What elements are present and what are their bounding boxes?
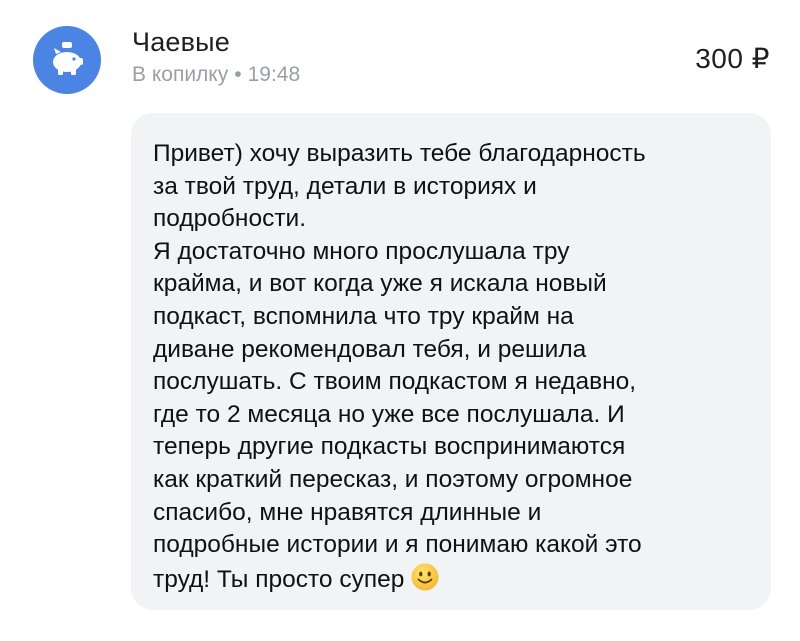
message-line: подкаст, вспомнила что тру крайм на: [153, 302, 574, 330]
tip-message-card: Чаевые В копилку • 19:48 300 ₽ Привет) хоч…: [0, 0, 800, 641]
separator-dot: •: [234, 63, 242, 86]
message-line: как краткий пересказ, и поэтому огромное: [153, 465, 633, 493]
message-line: за твой труд, детали в историях и: [153, 172, 537, 200]
message-line-text: труд! Ты просто супер: [153, 565, 405, 593]
message-bubble: Привет) хочу выразить тебе благодарность…: [131, 113, 771, 610]
tip-title: Чаевые: [132, 27, 230, 57]
timestamp: 19:48: [247, 63, 301, 86]
slightly-smiling-face-icon: [410, 562, 440, 602]
message-line: где то 2 месяца но уже все послушала. И: [153, 400, 625, 428]
message-line-last: труд! Ты просто супер: [153, 562, 749, 602]
message-line: подробные истории и я понимаю какой это: [153, 531, 642, 559]
message-line: крайма, и вот когда уже я искала новый: [153, 270, 607, 298]
message-line: Привет) хочу выразить тебе благодарность: [153, 140, 646, 167]
message-line: Я достаточно много прослушала тру: [153, 237, 570, 265]
piggy-bank-avatar: [33, 26, 101, 94]
message-line: диване рекомендовал тебя, и решила: [153, 335, 587, 363]
message-line: спасибо, мне нравятся длинные и: [153, 498, 542, 526]
message-line: теперь другие подкасты воспринимаются: [153, 433, 626, 461]
tip-subtitle: В копилку • 19:48: [132, 63, 300, 87]
message-line: подробности.: [153, 205, 307, 233]
tip-amount: 300 ₽: [695, 43, 770, 74]
piggy-bank-icon: [53, 42, 83, 75]
destination-label: В копилку: [132, 63, 229, 86]
message-line: послушать. С твоим подкастом я недавно,: [153, 368, 637, 396]
